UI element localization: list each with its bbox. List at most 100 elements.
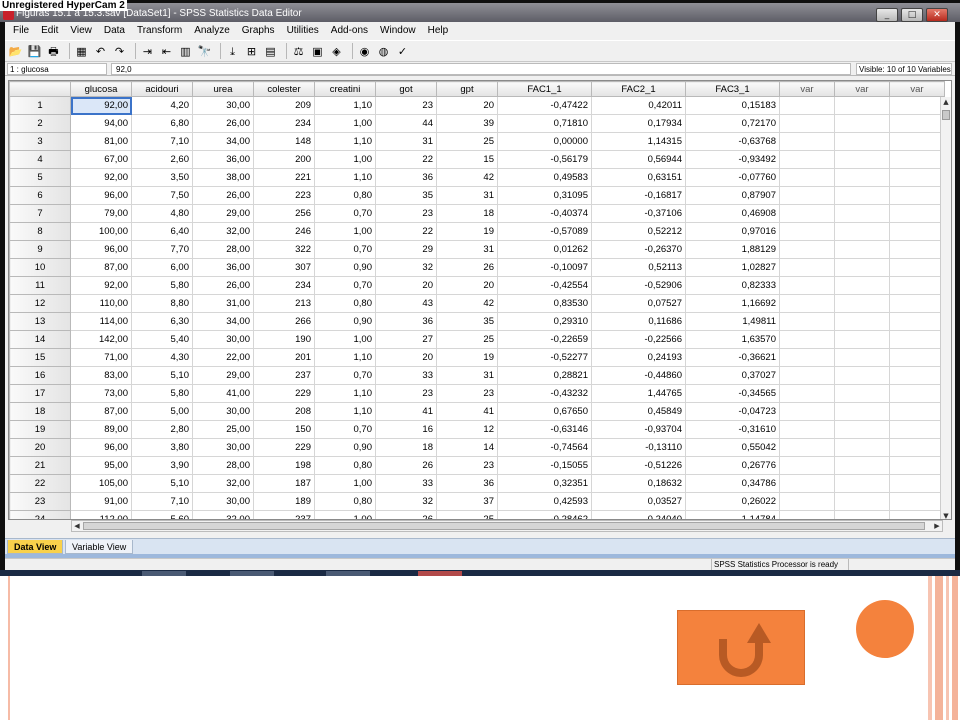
empty-cell[interactable] <box>889 420 945 439</box>
data-cell[interactable]: 1,00 <box>314 330 376 349</box>
data-cell[interactable]: 31,00 <box>192 294 254 313</box>
data-cell[interactable]: 0,87907 <box>685 186 780 205</box>
data-cell[interactable]: -0,40374 <box>497 204 592 223</box>
row-header[interactable]: 22 <box>9 474 71 493</box>
data-cell[interactable]: 19 <box>436 348 498 367</box>
data-cell[interactable]: 31 <box>436 240 498 259</box>
empty-cell[interactable] <box>834 258 890 277</box>
data-cell[interactable]: 20 <box>375 348 437 367</box>
data-cell[interactable]: 36,00 <box>192 258 254 277</box>
data-cell[interactable]: -0,93492 <box>685 150 780 169</box>
empty-cell[interactable] <box>779 312 835 331</box>
empty-cell[interactable] <box>779 186 835 205</box>
data-cell[interactable]: 96,00 <box>70 186 132 205</box>
scroll-up-icon[interactable]: ▲ <box>941 97 951 107</box>
data-cell[interactable]: 73,00 <box>70 384 132 403</box>
column-header-urea[interactable]: urea <box>192 81 254 97</box>
data-cell[interactable]: 36 <box>375 168 437 187</box>
data-cell[interactable]: 100,00 <box>70 222 132 241</box>
data-cell[interactable]: 0,24040 <box>591 510 686 519</box>
data-cell[interactable]: 36 <box>436 474 498 493</box>
data-cell[interactable]: 0,80 <box>314 492 376 511</box>
empty-cell[interactable] <box>834 438 890 457</box>
show-all-icon[interactable]: ◍ <box>376 44 391 59</box>
maximize-button[interactable]: □ <box>901 8 923 22</box>
row-header[interactable]: 2 <box>9 114 71 133</box>
data-cell[interactable]: 0,07527 <box>591 294 686 313</box>
data-cell[interactable]: 92,00 <box>70 276 132 295</box>
empty-cell[interactable] <box>834 510 890 519</box>
data-cell[interactable]: 266 <box>253 312 315 331</box>
data-cell[interactable]: 6,40 <box>131 222 193 241</box>
data-cell[interactable]: 71,00 <box>70 348 132 367</box>
column-header-got[interactable]: got <box>375 81 437 97</box>
data-cell[interactable]: 26,00 <box>192 276 254 295</box>
data-cell[interactable]: 6,80 <box>131 114 193 133</box>
column-header-fac21[interactable]: FAC2_1 <box>591 81 686 97</box>
empty-cell[interactable] <box>834 330 890 349</box>
data-cell[interactable]: 0,80 <box>314 294 376 313</box>
data-cell[interactable]: 37 <box>436 492 498 511</box>
empty-cell[interactable] <box>779 96 835 115</box>
menu-data[interactable]: Data <box>98 22 131 40</box>
data-cell[interactable]: 209 <box>253 96 315 115</box>
empty-cell[interactable] <box>889 204 945 223</box>
data-cell[interactable]: 79,00 <box>70 204 132 223</box>
data-cell[interactable]: -0,63768 <box>685 132 780 151</box>
empty-cell[interactable] <box>834 186 890 205</box>
data-cell[interactable]: 0,42011 <box>591 96 686 115</box>
empty-cell[interactable] <box>779 330 835 349</box>
empty-cell[interactable] <box>889 492 945 511</box>
data-cell[interactable]: -0,57089 <box>497 222 592 241</box>
row-header[interactable]: 3 <box>9 132 71 151</box>
data-cell[interactable]: 15 <box>436 150 498 169</box>
data-cell[interactable]: 1,16692 <box>685 294 780 313</box>
column-header-fac11[interactable]: FAC1_1 <box>497 81 592 97</box>
data-cell[interactable]: 0,49583 <box>497 168 592 187</box>
empty-cell[interactable] <box>834 240 890 259</box>
empty-cell[interactable] <box>889 402 945 421</box>
data-cell[interactable]: 32 <box>375 258 437 277</box>
data-cell[interactable]: -0,13110 <box>591 438 686 457</box>
data-cell[interactable]: 0,97016 <box>685 222 780 241</box>
data-cell[interactable]: 201 <box>253 348 315 367</box>
data-cell[interactable]: 3,90 <box>131 456 193 475</box>
empty-cell[interactable] <box>779 384 835 403</box>
empty-cell[interactable] <box>779 456 835 475</box>
data-cell[interactable]: 200 <box>253 150 315 169</box>
data-cell[interactable]: -0,22659 <box>497 330 592 349</box>
menu-graphs[interactable]: Graphs <box>236 22 281 40</box>
data-cell[interactable]: 23 <box>375 96 437 115</box>
data-cell[interactable]: 0,90 <box>314 312 376 331</box>
data-cell[interactable]: 39 <box>436 114 498 133</box>
data-cell[interactable]: -0,93704 <box>591 420 686 439</box>
data-cell[interactable]: 30,00 <box>192 492 254 511</box>
data-cell[interactable]: 26 <box>436 258 498 277</box>
data-cell[interactable]: 22 <box>375 222 437 241</box>
row-header[interactable]: 21 <box>9 456 71 475</box>
empty-cell[interactable] <box>889 96 945 115</box>
data-cell[interactable]: 1,00 <box>314 150 376 169</box>
data-cell[interactable]: 5,00 <box>131 402 193 421</box>
tab-variable-view[interactable]: Variable View <box>65 540 134 554</box>
spell-check-icon[interactable]: ✓ <box>395 44 410 59</box>
scroll-down-icon[interactable]: ▼ <box>941 511 951 519</box>
data-cell[interactable]: -0,47422 <box>497 96 592 115</box>
data-cell[interactable]: 1,88129 <box>685 240 780 259</box>
empty-cell[interactable] <box>889 114 945 133</box>
data-cell[interactable]: -0,16817 <box>591 186 686 205</box>
menu-transform[interactable]: Transform <box>131 22 188 40</box>
vertical-scrollbar[interactable]: ▲ ▼ <box>940 97 951 519</box>
empty-cell[interactable] <box>834 168 890 187</box>
data-cell[interactable]: 20 <box>436 276 498 295</box>
row-header[interactable]: 15 <box>9 348 71 367</box>
data-cell[interactable]: 6,30 <box>131 312 193 331</box>
data-cell[interactable]: 256 <box>253 204 315 223</box>
data-cell[interactable]: -0,04723 <box>685 402 780 421</box>
data-cell[interactable]: 18 <box>375 438 437 457</box>
data-cell[interactable]: 26 <box>375 456 437 475</box>
print-icon[interactable]: 🖶 <box>46 44 61 59</box>
goto-variable-icon[interactable]: ⇤ <box>159 44 174 59</box>
data-cell[interactable]: 112,00 <box>70 510 132 519</box>
data-cell[interactable]: -0,36621 <box>685 348 780 367</box>
